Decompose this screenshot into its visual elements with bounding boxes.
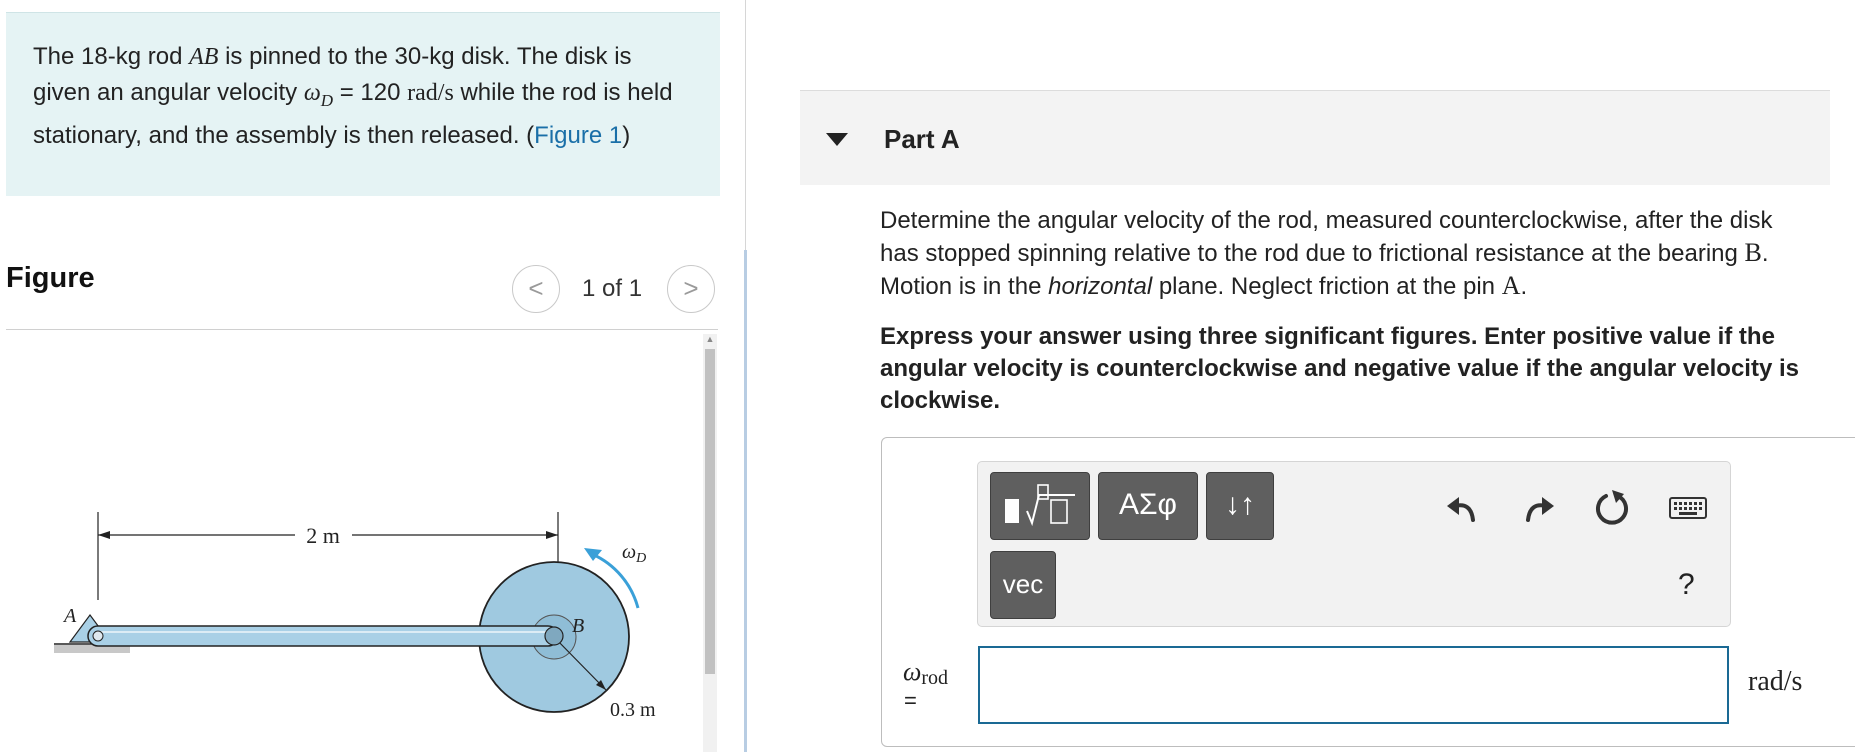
omega-label: ωD [622,541,646,566]
scrollbar-thumb[interactable] [705,349,715,674]
part-a-header[interactable]: Part A [800,90,1830,185]
templates-icon [1005,484,1075,527]
reset-icon[interactable] [1592,488,1632,528]
answer-input[interactable] [978,646,1729,724]
point-a-label: A [62,605,77,627]
figure-heading: Figure [6,262,95,294]
previous-figure-button[interactable]: < [512,265,560,313]
rod-name: AB [189,44,219,70]
redo-icon[interactable] [1518,488,1558,528]
pin-b [544,626,564,646]
help-button[interactable]: ? [1678,568,1695,602]
omega-subscript: D [320,90,334,110]
greek-symbols-button[interactable]: ΑΣφ [1098,472,1198,540]
rod-disk-figure: 2 m 0.3 m ωD A B [54,512,656,721]
pane-divider-handle[interactable] [744,250,747,752]
dimension-arrow-left [98,531,110,539]
answer-equals: = [904,688,917,713]
figure-link[interactable]: Figure 1 [534,122,622,149]
problem-text-3: = 120 [333,79,408,106]
horizontal-emphasis: horizontal [1048,273,1153,300]
figure-divider [6,329,718,330]
math-toolbar: ΑΣφ ↓↑ vec ? [977,461,1731,627]
problem-text-1: The 18-kg rod [33,43,190,70]
scroll-up-arrow-icon[interactable]: ▲ [703,334,717,344]
undo-icon[interactable] [1443,488,1483,528]
problem-statement: The 18-kg rod AB is pinned to the 30-kg … [6,12,720,196]
rod [87,625,559,647]
problem-text-5: ) [622,121,631,149]
pin-a [92,630,104,642]
answer-unit: rad/s [1748,666,1803,697]
part-title: Part A [884,124,960,154]
figure-pager: 1 of 1 [582,275,643,302]
answer-instructions: Express your answer using three signific… [880,323,1799,414]
keyboard-icon[interactable] [1668,488,1708,528]
omega-unit: rad/s [407,80,454,106]
caret-down-icon[interactable] [826,133,848,146]
chevron-right-icon: > [683,273,699,303]
dimension-arrow-right [546,531,558,539]
point-b-label: B [572,615,584,637]
bearing-b: B [1744,238,1762,267]
left-pane: The 18-kg rod AB is pinned to the 30-kg … [0,0,745,752]
subscript-superscript-button[interactable]: ↓↑ [1206,472,1274,540]
templates-button[interactable] [990,472,1090,540]
vector-button[interactable]: vec [990,551,1056,619]
next-figure-button[interactable]: > [667,265,715,313]
omega-symbol: ω [303,80,321,106]
radius-label: 0.3 m [610,699,656,721]
chevron-left-icon: < [528,273,544,303]
pin-a-ref: A [1501,271,1521,300]
question-text: Determine the angular velocity of the ro… [880,207,1773,300]
length-label: 2 m [306,523,340,548]
